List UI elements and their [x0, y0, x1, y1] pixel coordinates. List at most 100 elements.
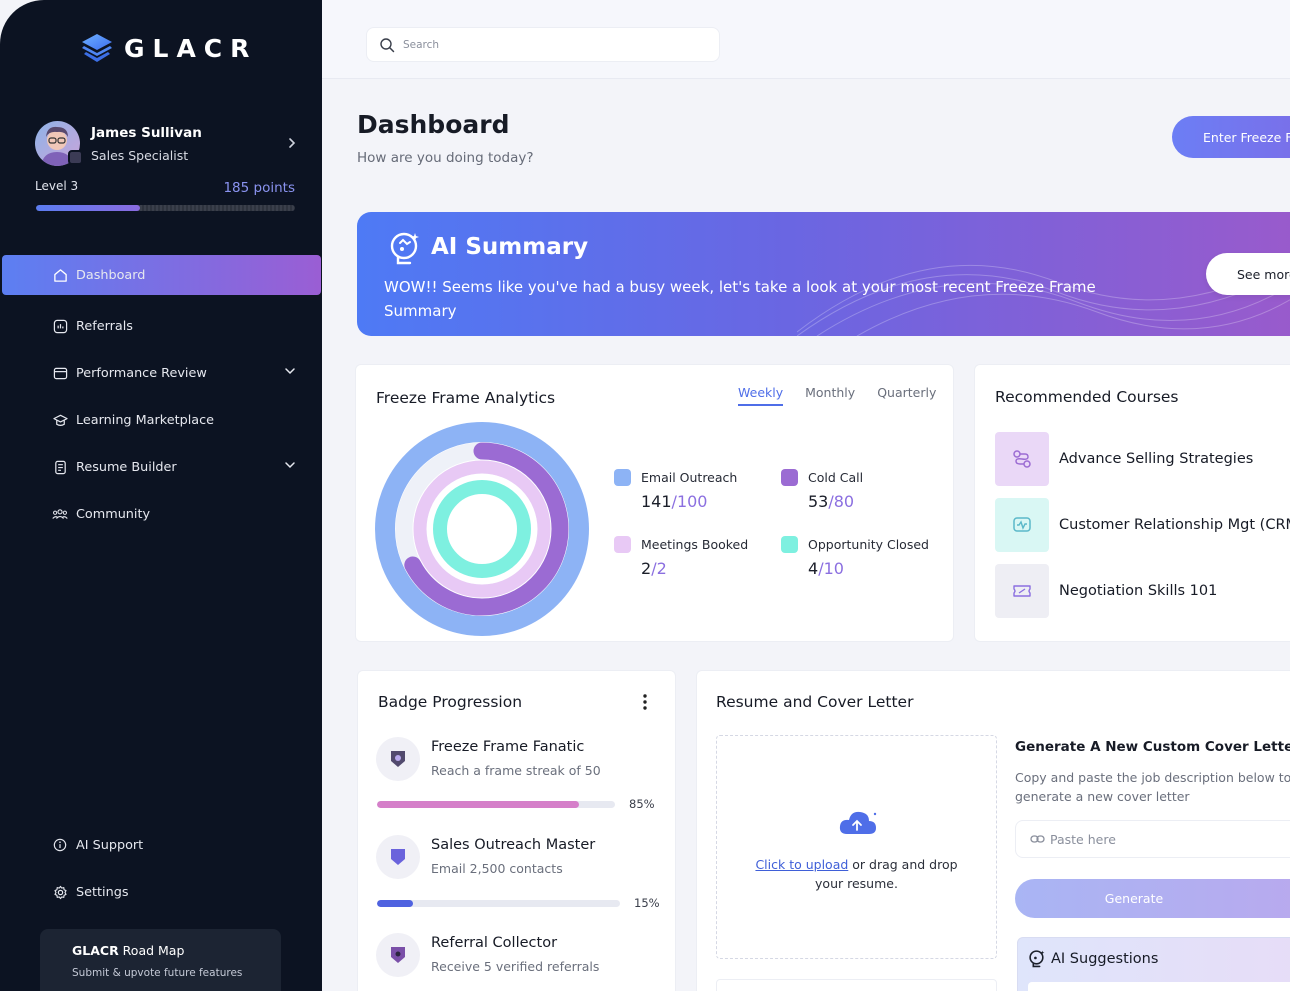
- badge-progress-fill: [377, 900, 414, 907]
- course-item[interactable]: Customer Relationship Mgt (CRM): [995, 498, 1290, 552]
- more-options-icon[interactable]: [638, 693, 652, 715]
- legend-swatch: [614, 469, 631, 486]
- badge-name: Sales Outreach Master: [431, 837, 596, 853]
- sidebar-item-community[interactable]: Community: [0, 494, 322, 534]
- legend-swatch: [614, 536, 631, 553]
- avatar-badge-icon: [68, 150, 83, 165]
- chevron-down-icon[interactable]: [284, 365, 296, 380]
- badge-progress-bar: [377, 801, 615, 808]
- sidebar-item-performance-review[interactable]: Performance Review: [0, 353, 322, 393]
- resume-title: Resume and Cover Letter: [716, 693, 914, 711]
- level-label: Level 3: [35, 179, 79, 193]
- cover-letter-title: Generate A New Custom Cover Letter: [1015, 739, 1290, 755]
- generate-button[interactable]: Generate: [1015, 879, 1290, 918]
- paste-placeholder: Paste here: [1050, 831, 1116, 847]
- sidebar-item-resume-builder[interactable]: Resume Builder: [0, 447, 322, 487]
- profile-card[interactable]: James Sullivan Sales Specialist: [35, 121, 297, 167]
- ticket-icon: [995, 564, 1049, 618]
- ai-brain-icon: [390, 232, 419, 265]
- level-progress-bar: [36, 205, 295, 211]
- click-to-upload-link[interactable]: Click to upload: [755, 857, 848, 872]
- ai-brain-icon: [1029, 950, 1045, 968]
- course-item[interactable]: Advance Selling Strategies: [995, 432, 1253, 486]
- sidebar-item-label: Performance Review: [76, 365, 207, 381]
- legend-swatch: [781, 469, 798, 486]
- page-subtitle: How are you doing today?: [357, 150, 534, 166]
- badge-progression-card: Badge Progression Freeze Frame Fanatic R…: [357, 670, 676, 991]
- badge-description: Reach a frame streak of 50: [431, 763, 601, 778]
- course-title: Advance Selling Strategies: [1059, 451, 1254, 467]
- ai-suggestions-title: AI Suggestions: [1051, 951, 1159, 967]
- info-icon: [52, 837, 68, 853]
- sidebar-item-label: Learning Marketplace: [76, 412, 215, 428]
- resume-upload-dropzone[interactable]: Click to upload or drag and drop your re…: [716, 735, 997, 959]
- sidebar: GLACR James Sullivan Sales Specialist Le…: [0, 0, 322, 991]
- badge-description: Email 2,500 contacts: [431, 861, 563, 876]
- courses-card: Recommended Courses Advance Selling Stra…: [974, 364, 1290, 642]
- sidebar-item-label: Settings: [76, 884, 129, 900]
- points-label: 185 points: [223, 180, 295, 196]
- resume-card: Resume and Cover Letter Click to upload …: [696, 670, 1290, 991]
- see-more-button[interactable]: See more: [1206, 253, 1290, 295]
- sidebar-item-label: AI Support: [76, 837, 144, 853]
- ai-summary-banner: AI Summary WOW!! Seems like you've had a…: [357, 212, 1290, 336]
- analytics-card: Freeze Frame Analytics Weekly Monthly Qu…: [355, 364, 954, 642]
- cover-letter-description: Copy and paste the job description below…: [1015, 770, 1290, 804]
- shield-badge-icon: [376, 737, 420, 781]
- sidebar-item-ai-support[interactable]: AI Support: [0, 825, 322, 865]
- analytics-title: Freeze Frame Analytics: [376, 389, 556, 407]
- graduation-cap-icon: [52, 412, 68, 428]
- chevron-down-icon[interactable]: [284, 459, 296, 474]
- sidebar-item-referrals[interactable]: Referrals: [0, 306, 322, 346]
- tab-quarterly[interactable]: Quarterly: [877, 385, 936, 406]
- monitor-icon: [995, 498, 1049, 552]
- ai-summary-title: AI Summary: [431, 234, 589, 260]
- search-input[interactable]: Search: [366, 27, 720, 62]
- link-icon: [1030, 835, 1045, 843]
- metric-value: 4/10: [808, 559, 844, 578]
- ai-suggestions-content: [1028, 982, 1290, 991]
- resume-icon: [52, 459, 68, 475]
- course-title: Negotiation Skills 101: [1059, 583, 1218, 599]
- page-title: Dashboard: [357, 110, 510, 139]
- period-tabs: Weekly Monthly Quarterly: [738, 385, 953, 406]
- sidebar-item-label: Community: [76, 506, 151, 522]
- sidebar-item-settings[interactable]: Settings: [0, 872, 322, 912]
- enter-freeze-frame-button[interactable]: Enter Freeze Frame: [1172, 116, 1290, 158]
- metric-email-outreach: Email Outreach 141/100: [614, 469, 764, 511]
- badge-name: Referral Collector: [431, 935, 558, 951]
- badge-percent: 85%: [629, 797, 655, 811]
- roadmap-card[interactable]: GLACR Road Map Submit & upvote future fe…: [40, 929, 281, 991]
- home-icon: [52, 267, 68, 283]
- badge-percent: 15%: [634, 896, 660, 910]
- topbar: Search: [322, 0, 1290, 79]
- courses-title: Recommended Courses: [995, 388, 1179, 406]
- app-root: GLACR James Sullivan Sales Specialist Le…: [0, 0, 1290, 991]
- tab-monthly[interactable]: Monthly: [805, 385, 855, 406]
- ai-summary-text: WOW!! Seems like you've had a busy week,…: [384, 278, 1096, 320]
- job-description-input[interactable]: Paste here: [1015, 820, 1290, 858]
- metric-opportunity-closed: Opportunity Closed 4/10: [781, 536, 931, 578]
- gear-icon: [52, 884, 68, 900]
- referrals-icon: [52, 318, 68, 334]
- metric-cold-call: Cold Call 53/80: [781, 469, 931, 511]
- course-item[interactable]: Negotiation Skills 101: [995, 564, 1217, 618]
- roadmap-text: Submit & upvote future features: [72, 967, 243, 979]
- logo[interactable]: GLACR: [80, 32, 257, 64]
- chevron-right-icon[interactable]: [287, 135, 297, 153]
- performance-icon: [52, 365, 68, 381]
- sidebar-item-learning-marketplace[interactable]: Learning Marketplace: [0, 400, 322, 440]
- sidebar-item-label: Dashboard: [76, 267, 146, 283]
- legend-swatch: [781, 536, 798, 553]
- badge-name: Freeze Frame Fanatic: [431, 739, 585, 755]
- sidebar-item-dashboard[interactable]: Dashboard: [2, 255, 321, 295]
- cloud-upload-icon: [839, 811, 877, 834]
- route-icon: [995, 432, 1049, 486]
- level-progress-fill: [36, 205, 140, 211]
- secondary-upload-panel: [716, 979, 997, 991]
- sidebar-item-label: Resume Builder: [76, 459, 177, 475]
- badge-progress-fill: [377, 801, 580, 808]
- tab-weekly[interactable]: Weekly: [738, 385, 784, 406]
- badge-item[interactable]: Referral Collector Receive 5 verified re…: [376, 933, 658, 991]
- logo-icon: [82, 34, 112, 62]
